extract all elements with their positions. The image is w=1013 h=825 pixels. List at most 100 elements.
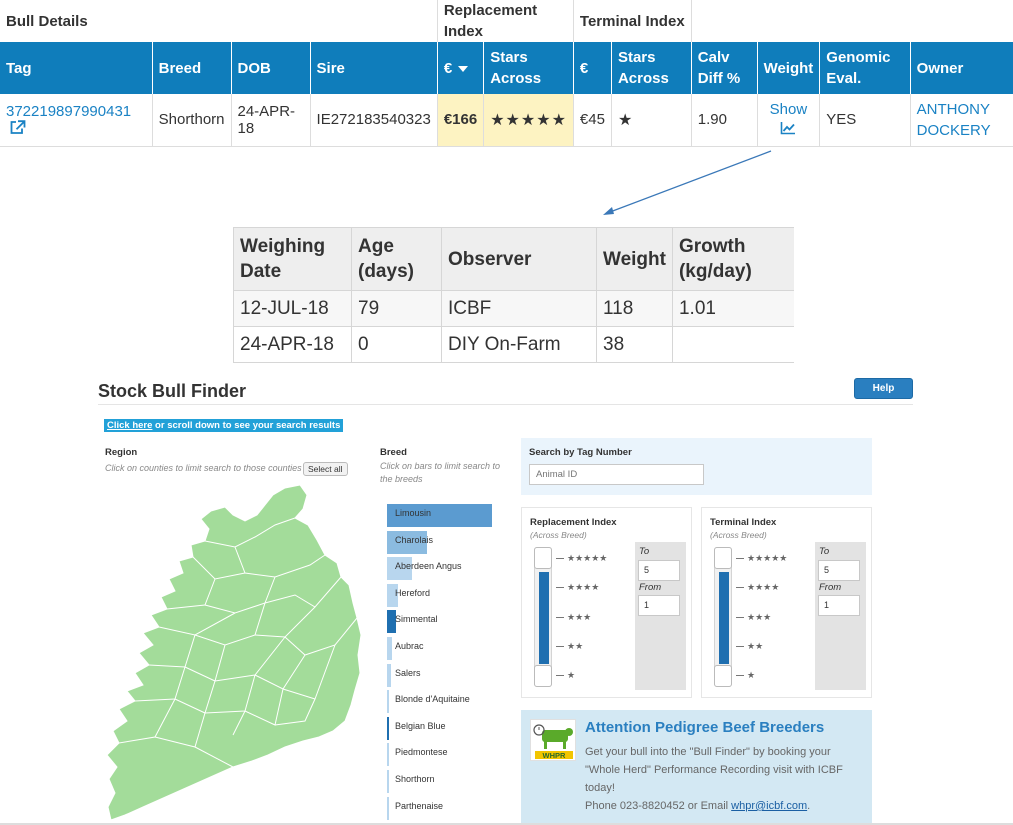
replacement-slider[interactable] [534,547,552,687]
weigh-age: 79 [351,290,442,327]
replacement-slider-handle-bottom[interactable] [534,665,552,687]
terminal-to-input[interactable]: 5 [818,560,860,581]
tag-link[interactable]: 372219897990431 [6,103,131,120]
breed-bar-list: Limousin Charolais Aberdeen Angus Hereford S… [387,503,497,822]
notice-text: Get your bull into the "Bull Finder" by … [585,746,843,794]
help-button[interactable]: Help [854,378,913,399]
col-genomic[interactable]: Genomic Eval. [819,42,911,94]
terminal-slider-fill [719,572,729,664]
owner-link[interactable]: ANTHONY DOCKERY [917,101,991,139]
col-term-stars[interactable]: Stars Across [610,42,692,94]
weighing-history-table: Weighing Date Age (days) Observer Weight… [233,227,795,363]
breed-bar-item[interactable]: Piedmontese [387,742,497,769]
weigh-age: 0 [351,326,442,363]
breed-bar-item[interactable]: Simmental [387,609,497,636]
notice-end: . [807,800,811,812]
breed-bar-item[interactable]: Aberdeen Angus [387,556,497,583]
svg-text:WHPR: WHPR [543,751,566,760]
breed-bar-label: Charolais [395,534,434,545]
col-age-days: Age (days) [351,227,442,291]
breed-bar-item[interactable]: Limousin [387,503,497,530]
col-tag[interactable]: Tag [0,42,153,94]
page-root: Bull Details Replacement Index Terminal … [0,0,1013,825]
terminal-slider[interactable] [714,547,732,687]
to-label: To [819,546,830,557]
breed-bar-item[interactable]: Salers [387,663,497,690]
breed-bar-item[interactable]: Shorthorn [387,769,497,796]
email-link[interactable]: whpr@icbf.com [731,800,807,812]
region-label: Region [105,447,138,458]
col-repl-stars[interactable]: Stars Across [483,42,574,94]
breed-bar-item[interactable]: Belgian Blue [387,716,497,743]
breed-bar-item[interactable]: Parthenaise [387,796,497,823]
breed-bar-item[interactable]: Aubrac [387,636,497,663]
notice-body: Get your bull into the "Bull Finder" by … [585,743,860,815]
col-breed[interactable]: Breed [151,42,231,94]
whpr-logo: WHPR [530,719,576,761]
replacement-range-box: To 5 From 1 [635,542,686,690]
breed-bar[interactable] [387,769,389,793]
weigh-date: 12-JUL-18 [233,290,352,327]
breed-bar[interactable] [387,663,391,687]
breed-bar[interactable] [387,796,389,820]
click-here-link[interactable]: Click here [107,420,152,431]
group-replacement-index: Replacement Index [436,0,574,42]
terminal-index-sub: (Across Breed) [710,530,767,540]
breed-bar-label: Blonde d'Aquitaine [395,694,470,705]
breed-bar-label: Aubrac [395,640,424,651]
col-sire[interactable]: Sire [309,42,438,94]
cell-repl-euro: €166 [436,94,484,147]
breed-bar[interactable] [387,743,389,767]
breed-bar-item[interactable]: Blonde d'Aquitaine [387,689,497,716]
cell-genomic: YES [819,94,911,147]
col-weight-kg: Weight [596,227,673,291]
col-repl-euro[interactable]: € [436,42,484,94]
group-bull-details: Bull Details [0,0,438,42]
notice-title: Attention Pedigree Beef Breeders [585,719,825,736]
group-blank [691,0,1013,42]
col-owner[interactable]: Owner [909,42,1013,94]
replacement-to-input[interactable]: 5 [638,560,680,581]
col-observer: Observer [441,227,597,291]
breed-bar-item[interactable]: Hereford [387,583,497,610]
breed-bar[interactable] [387,716,389,740]
col-calv-diff[interactable]: Calv Diff % [690,42,758,94]
cell-tag[interactable]: 372219897990431 [0,94,153,147]
col-weight[interactable]: Weight [756,42,820,94]
replacement-index-sub: (Across Breed) [530,530,587,540]
show-weight-link[interactable]: Show [770,101,808,118]
notice-phone: Phone 023-8820452 or Email [585,800,732,812]
group-header-row: Bull Details Replacement Index Terminal … [0,0,1013,42]
cell-term-euro: €45 [572,94,612,147]
finder-divider [98,404,913,405]
table-row: 372219897990431 Shorthorn 24-APR-18 IE27… [0,94,1013,147]
animal-id-input[interactable] [529,464,704,485]
cell-owner[interactable]: ANTHONY DOCKERY [909,94,1013,147]
line-chart-icon[interactable] [780,121,796,135]
finder-title: Stock Bull Finder [98,381,247,401]
scroll-to-results-banner[interactable]: Click here or scroll down to see your se… [104,419,344,432]
external-link-icon[interactable] [9,120,26,135]
column-header-row: Tag Breed DOB Sire € Stars Across € Star… [0,42,1013,94]
breed-bar[interactable] [387,690,389,714]
replacement-from-input[interactable]: 1 [638,595,680,616]
terminal-slider-handle-top[interactable] [714,547,732,569]
ireland-county-map[interactable] [105,485,365,825]
breed-bar-label: Shorthorn [395,773,435,784]
terminal-from-input[interactable]: 1 [818,595,860,616]
replacement-slider-handle-top[interactable] [534,547,552,569]
breed-bar-item[interactable]: Charolais [387,530,497,557]
ireland-outline[interactable] [106,485,362,821]
breed-hint: Click on bars to limit search to the bre… [380,461,501,484]
breed-bar[interactable] [387,636,392,660]
col-term-euro[interactable]: € [572,42,612,94]
cell-weight[interactable]: Show [756,94,820,147]
select-all-button[interactable]: Select all [303,462,348,476]
tick-5-stars: ★★★★★ [556,553,607,564]
col-dob[interactable]: DOB [230,42,311,94]
tick-3-stars: ★★★ [556,612,591,623]
weigh-weight: 38 [596,326,673,363]
col-repl-euro-label: € [443,59,453,77]
terminal-slider-handle-bottom[interactable] [714,665,732,687]
breed-bar-label: Aberdeen Angus [395,561,462,572]
